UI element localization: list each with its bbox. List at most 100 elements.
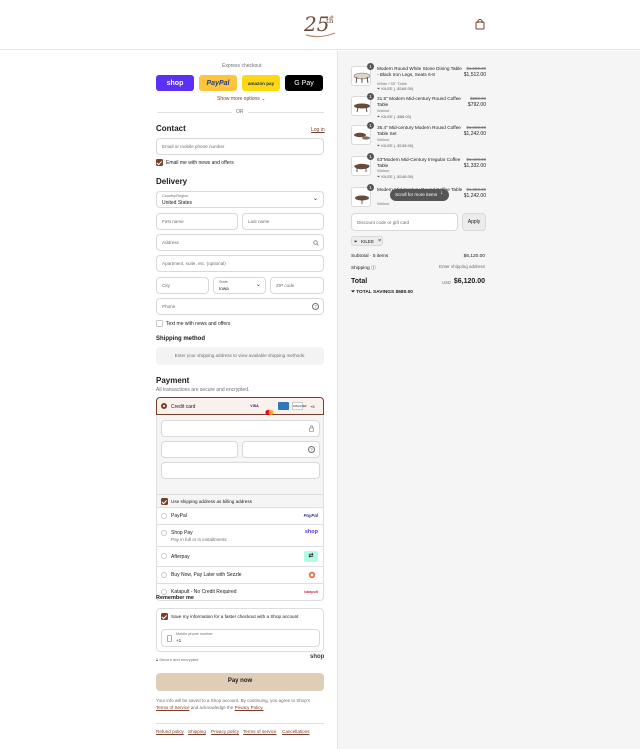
paypal-logo: PayPal	[303, 513, 318, 518]
google-pay-button[interactable]: G Pay	[285, 75, 323, 91]
sezzle-option[interactable]: Buy Now, Pay Later with Sezzle	[156, 567, 324, 584]
afterpay-radio[interactable]	[161, 553, 167, 559]
shop-pay-button[interactable]: shop	[156, 75, 194, 91]
applied-code-label: KILEE	[361, 239, 375, 244]
paypal-button[interactable]: PayPal	[199, 75, 237, 91]
credit-card-option[interactable]: Credit card VISA DISCOVER +5	[156, 397, 324, 416]
mastercard-icon	[264, 403, 275, 416]
help-icon[interactable]: ?	[312, 303, 319, 310]
card-number-field[interactable]	[161, 420, 320, 437]
mobile-phone-icon	[167, 635, 172, 642]
original-price: $1,380.00	[466, 125, 486, 130]
billing-same-label: Use shipping address as billing address	[171, 499, 252, 504]
product-name: 35.4" Mid-century Modern Round Coffee Ta…	[377, 125, 461, 136]
show-more-label: Show more options	[217, 96, 260, 102]
country-select[interactable]: Country/Region United States ⌄	[156, 191, 324, 208]
cart-items-list[interactable]: 1 Modern Round White Stone Dining Table …	[338, 51, 640, 211]
refund-policy-link[interactable]: Refund policy	[156, 729, 184, 734]
country-value: United States	[162, 200, 193, 206]
remember-me-box: Save my information for a faster checkou…	[156, 608, 324, 652]
afterpay-option[interactable]: Afterpay ⇄	[156, 547, 324, 567]
zip-field[interactable]: ZIP code	[270, 277, 324, 294]
amazon-pay-button[interactable]: amazon pay	[242, 75, 280, 91]
email-field[interactable]: Email or mobile phone number	[156, 138, 324, 155]
scroll-more-items-pill[interactable]: Scroll for more items ↓	[390, 189, 449, 201]
last-name-field[interactable]: Last name	[242, 213, 324, 230]
sale-price: $1,512.00	[463, 72, 486, 78]
pay-now-button[interactable]: Pay now	[156, 673, 324, 691]
expiration-field[interactable]	[161, 441, 238, 458]
shopping-bag-icon[interactable]	[475, 19, 485, 30]
email-news-checkbox[interactable]	[156, 159, 163, 166]
billing-same-checkbox[interactable]	[161, 498, 168, 505]
sale-price: $792.00	[467, 102, 486, 108]
amex-icon	[278, 402, 289, 410]
mobile-phone-value: +1	[176, 638, 182, 643]
privacy-policy-link[interactable]: Privacy Policy.	[235, 705, 264, 710]
text-news-checkbox[interactable]	[156, 320, 163, 327]
security-code-field[interactable]: ?	[242, 441, 320, 458]
sezzle-radio[interactable]	[161, 572, 167, 578]
address-field[interactable]: Address	[156, 234, 324, 251]
state-select[interactable]: State Iowa ⌄	[213, 277, 266, 294]
apartment-field[interactable]: Apartment, suite, etc. (optional)	[156, 255, 324, 272]
product-discount: ⏷ KILEE ( -$148.00)	[377, 174, 413, 179]
save-info-checkbox[interactable]	[161, 613, 168, 620]
mobile-phone-field[interactable]: Mobile phone number +1	[161, 629, 320, 647]
footer-divider	[156, 723, 324, 724]
product-variant: Walnut	[377, 168, 390, 173]
applied-code-chip: ⏷ KILEE ×	[351, 236, 383, 246]
legal-text: Your info will be saved to a Shop accoun…	[156, 697, 324, 711]
mobile-phone-label: Mobile phone number	[176, 632, 213, 636]
discount-code-input[interactable]: Discount code or gift card	[351, 213, 458, 231]
login-link[interactable]: Log in	[311, 127, 325, 133]
first-name-field[interactable]: First name	[156, 213, 238, 230]
sale-price: $1,242.00	[463, 193, 486, 199]
payment-subtitle: All transactions are secure and encrypte…	[156, 387, 250, 393]
remember-me-title: Remember me	[156, 595, 194, 601]
phone-field[interactable]: Phone ?	[156, 298, 324, 315]
payment-title: Payment	[156, 376, 190, 385]
help-icon[interactable]: ?	[308, 446, 315, 453]
cancellations-link[interactable]: Cancellations	[282, 729, 310, 734]
phone-placeholder: Phone	[162, 304, 176, 309]
shop-pay-radio[interactable]	[161, 530, 167, 536]
shipping-link[interactable]: Shipping	[188, 729, 206, 734]
total-label: Total	[351, 278, 368, 285]
terms-of-service-footer-link[interactable]: Terms of service	[243, 729, 276, 734]
shop-pay-option[interactable]: Shop Pay Pay in full or in installments …	[156, 525, 324, 547]
sale-price: $1,332.00	[463, 163, 486, 169]
checkout-form: Express checkout shop PayPal amazon pay …	[0, 51, 337, 749]
legal-text-1: Your info will be saved to a Shop accoun…	[156, 698, 311, 703]
product-variant: Walnut	[377, 201, 390, 206]
paypal-radio[interactable]	[161, 513, 167, 519]
quantity-badge: 1	[367, 153, 374, 160]
shop-pay-sub: Pay in full or in installments	[171, 537, 227, 542]
shipping-method-message: Enter your shipping address to view avai…	[174, 353, 306, 358]
divider-right	[248, 112, 324, 113]
terms-of-service-link[interactable]: Terms of Service	[156, 705, 190, 710]
express-checkout-title: Express checkout	[222, 63, 262, 69]
brand-logo[interactable]: 25 th	[302, 9, 338, 39]
credit-card-label: Credit card	[171, 404, 196, 410]
show-more-options-link[interactable]: Show more options ⌄	[217, 96, 265, 102]
total-savings: ⏷ TOTAL SAVINGS $680.00	[351, 289, 413, 295]
paypal-label: PayPal	[171, 513, 187, 519]
credit-card-radio[interactable]	[161, 403, 167, 409]
zip-placeholder: ZIP code	[276, 283, 295, 288]
savings-value: $680.00	[395, 290, 413, 295]
city-field[interactable]: City	[156, 277, 209, 294]
delivery-title: Delivery	[156, 177, 188, 186]
product-discount: ⏷ KILEE ( -$168.00)	[377, 86, 413, 91]
product-variant: Walnut	[377, 108, 390, 113]
shop-wordmark: shop	[310, 654, 325, 660]
chevron-down-icon: ⌄	[261, 96, 266, 102]
apply-button[interactable]: Apply	[462, 213, 486, 231]
help-icon[interactable]: ⓘ	[371, 266, 376, 271]
privacy-policy-footer-link[interactable]: Privacy policy	[211, 729, 239, 734]
paypal-option[interactable]: PayPal PayPal	[156, 508, 324, 525]
remove-code-icon[interactable]: ×	[378, 238, 381, 244]
name-on-card-field[interactable]	[161, 462, 320, 479]
scroll-tip-label: Scroll for more items	[395, 192, 438, 197]
discount-placeholder: Discount code or gift card	[357, 220, 410, 225]
